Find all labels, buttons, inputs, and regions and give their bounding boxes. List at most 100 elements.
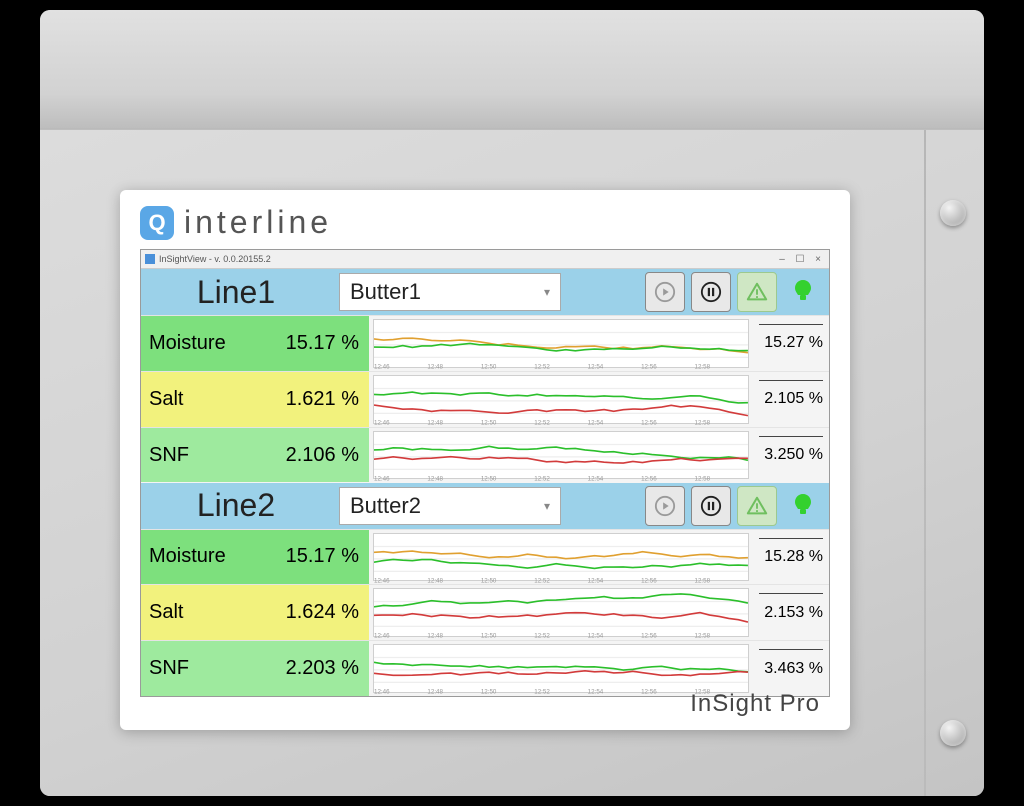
chevron-down-icon: ▾ [544, 285, 550, 299]
measurement-value: 2.203 % [249, 641, 369, 696]
app-icon [145, 254, 155, 264]
setpoint-value: 3.463 % [753, 641, 829, 696]
svg-text:12:56: 12:56 [641, 577, 657, 583]
svg-text:12:54: 12:54 [588, 364, 604, 370]
line-block: Line2Butter2▾Moisture15.17 %12:4612:4812… [141, 483, 829, 697]
line-title: Line2 [141, 487, 331, 524]
pause-button[interactable] [691, 272, 731, 312]
svg-text:12:54: 12:54 [588, 577, 604, 583]
brand-logo-icon: Q [140, 206, 174, 240]
svg-text:12:46: 12:46 [374, 633, 390, 639]
measurement-value: 15.17 % [249, 316, 369, 371]
svg-text:12:46: 12:46 [374, 364, 390, 370]
alert-button-icon [746, 495, 768, 517]
svg-text:12:46: 12:46 [374, 577, 390, 583]
trend-chart[interactable]: 12:4612:4812:5012:5212:5412:5612:5813:00 [373, 644, 749, 693]
setpoint-value: 15.27 % [753, 316, 829, 371]
measurement-label: Salt [141, 585, 249, 640]
trend-chart[interactable]: 12:4612:4812:5012:5212:5412:5612:5813:00 [373, 431, 749, 480]
measurement-row: SNF2.203 %12:4612:4812:5012:5212:5412:56… [141, 640, 829, 696]
product-select[interactable]: Butter2 ▾ [339, 487, 561, 525]
measurement-row: SNF2.106 %12:4612:4812:5012:5212:5412:56… [141, 427, 829, 483]
line-title: Line1 [141, 274, 331, 311]
brand-row: Q interline [140, 204, 830, 241]
measurement-value: 1.621 % [249, 372, 369, 427]
measurement-row: Moisture15.17 %12:4612:4812:5012:5212:54… [141, 315, 829, 371]
svg-text:12:54: 12:54 [588, 689, 604, 695]
maximize-button[interactable]: ☐ [793, 252, 807, 266]
alert-button-icon [746, 281, 768, 303]
pause-button-icon [700, 495, 722, 517]
play-button-icon [654, 495, 676, 517]
svg-text:12:48: 12:48 [427, 577, 443, 583]
product-select-value: Butter1 [350, 279, 421, 305]
svg-text:12:48: 12:48 [427, 364, 443, 370]
lock-bottom[interactable] [940, 720, 966, 746]
pause-button[interactable] [691, 486, 731, 526]
svg-text:12:52: 12:52 [534, 364, 550, 370]
product-select-value: Butter2 [350, 493, 421, 519]
measurement-row: Salt1.624 %12:4612:4812:5012:5212:5412:5… [141, 584, 829, 640]
lines-container: Line1 Butter1 ▾ Moisture 15.17 % 12:46 12:48 12… [141, 269, 829, 696]
measurement-value: 2.106 % [249, 428, 369, 483]
trend-chart[interactable]: 12:4612:4812:5012:5212:5412:5612:5813:00 [373, 319, 749, 368]
play-button[interactable] [645, 272, 685, 312]
play-button-icon [654, 281, 676, 303]
lamp-button-icon [791, 278, 815, 306]
svg-text:12:52: 12:52 [534, 475, 550, 481]
window-title: InSightView - v. 0.0.20155.2 [159, 254, 271, 264]
setpoint-value: 3.250 % [753, 428, 829, 483]
trend-chart[interactable]: 12:4612:4812:5012:5212:5412:5612:5813:00 [373, 588, 749, 637]
play-button[interactable] [645, 486, 685, 526]
svg-text:12:48: 12:48 [427, 419, 443, 425]
svg-text:12:58: 12:58 [695, 364, 711, 370]
enclosure: Q interline InSightView - v. 0.0.20155.2… [40, 10, 984, 796]
measurement-row: Moisture15.17 %12:4612:4812:5012:5212:54… [141, 529, 829, 585]
brand-name: interline [184, 204, 332, 241]
app-window: InSightView - v. 0.0.20155.2 – ☐ × Line1… [140, 249, 830, 697]
minimize-button[interactable]: – [775, 252, 789, 266]
svg-text:12:58: 12:58 [695, 419, 711, 425]
svg-text:12:54: 12:54 [588, 419, 604, 425]
lock-top[interactable] [940, 200, 966, 226]
lamp-button-icon [791, 492, 815, 520]
titlebar: InSightView - v. 0.0.20155.2 – ☐ × [141, 250, 829, 269]
lamp-button[interactable] [783, 272, 823, 312]
alert-button[interactable] [737, 486, 777, 526]
svg-text:12:58: 12:58 [695, 475, 711, 481]
setpoint-value: 15.28 % [753, 530, 829, 585]
product-name: InSight Pro [690, 690, 820, 718]
product-select[interactable]: Butter1 ▾ [339, 273, 561, 311]
line-block: Line1Butter1▾Moisture15.17 %12:4612:4812… [141, 269, 829, 483]
alert-button[interactable] [737, 272, 777, 312]
svg-text:12:58: 12:58 [695, 633, 711, 639]
door-seam [924, 130, 926, 796]
svg-text:12:52: 12:52 [534, 689, 550, 695]
line-header: Line2 Butter2 ▾ [141, 483, 829, 529]
svg-text:12:48: 12:48 [427, 475, 443, 481]
svg-text:12:50: 12:50 [481, 475, 497, 481]
screen-bezel: Q interline InSightView - v. 0.0.20155.2… [120, 190, 850, 730]
measurement-label: SNF [141, 641, 249, 696]
measurement-label: Salt [141, 372, 249, 427]
svg-text:12:56: 12:56 [641, 419, 657, 425]
svg-text:12:46: 12:46 [374, 689, 390, 695]
svg-text:12:58: 12:58 [695, 577, 711, 583]
close-button[interactable]: × [811, 252, 825, 266]
enclosure-door: Q interline InSightView - v. 0.0.20155.2… [40, 130, 984, 796]
svg-text:12:50: 12:50 [481, 419, 497, 425]
measurement-label: Moisture [141, 530, 249, 585]
svg-text:12:48: 12:48 [427, 633, 443, 639]
lamp-button[interactable] [783, 486, 823, 526]
trend-chart[interactable]: 12:4612:4812:5012:5212:5412:5612:5813:00 [373, 533, 749, 582]
svg-text:12:52: 12:52 [534, 419, 550, 425]
measurement-value: 1.624 % [249, 585, 369, 640]
svg-text:12:54: 12:54 [588, 633, 604, 639]
chevron-down-icon: ▾ [544, 499, 550, 513]
svg-text:12:50: 12:50 [481, 577, 497, 583]
measurement-label: SNF [141, 428, 249, 483]
enclosure-lid [40, 10, 984, 130]
svg-text:12:54: 12:54 [588, 475, 604, 481]
trend-chart[interactable]: 12:4612:4812:5012:5212:5412:5612:5813:00 [373, 375, 749, 424]
svg-text:12:46: 12:46 [374, 419, 390, 425]
